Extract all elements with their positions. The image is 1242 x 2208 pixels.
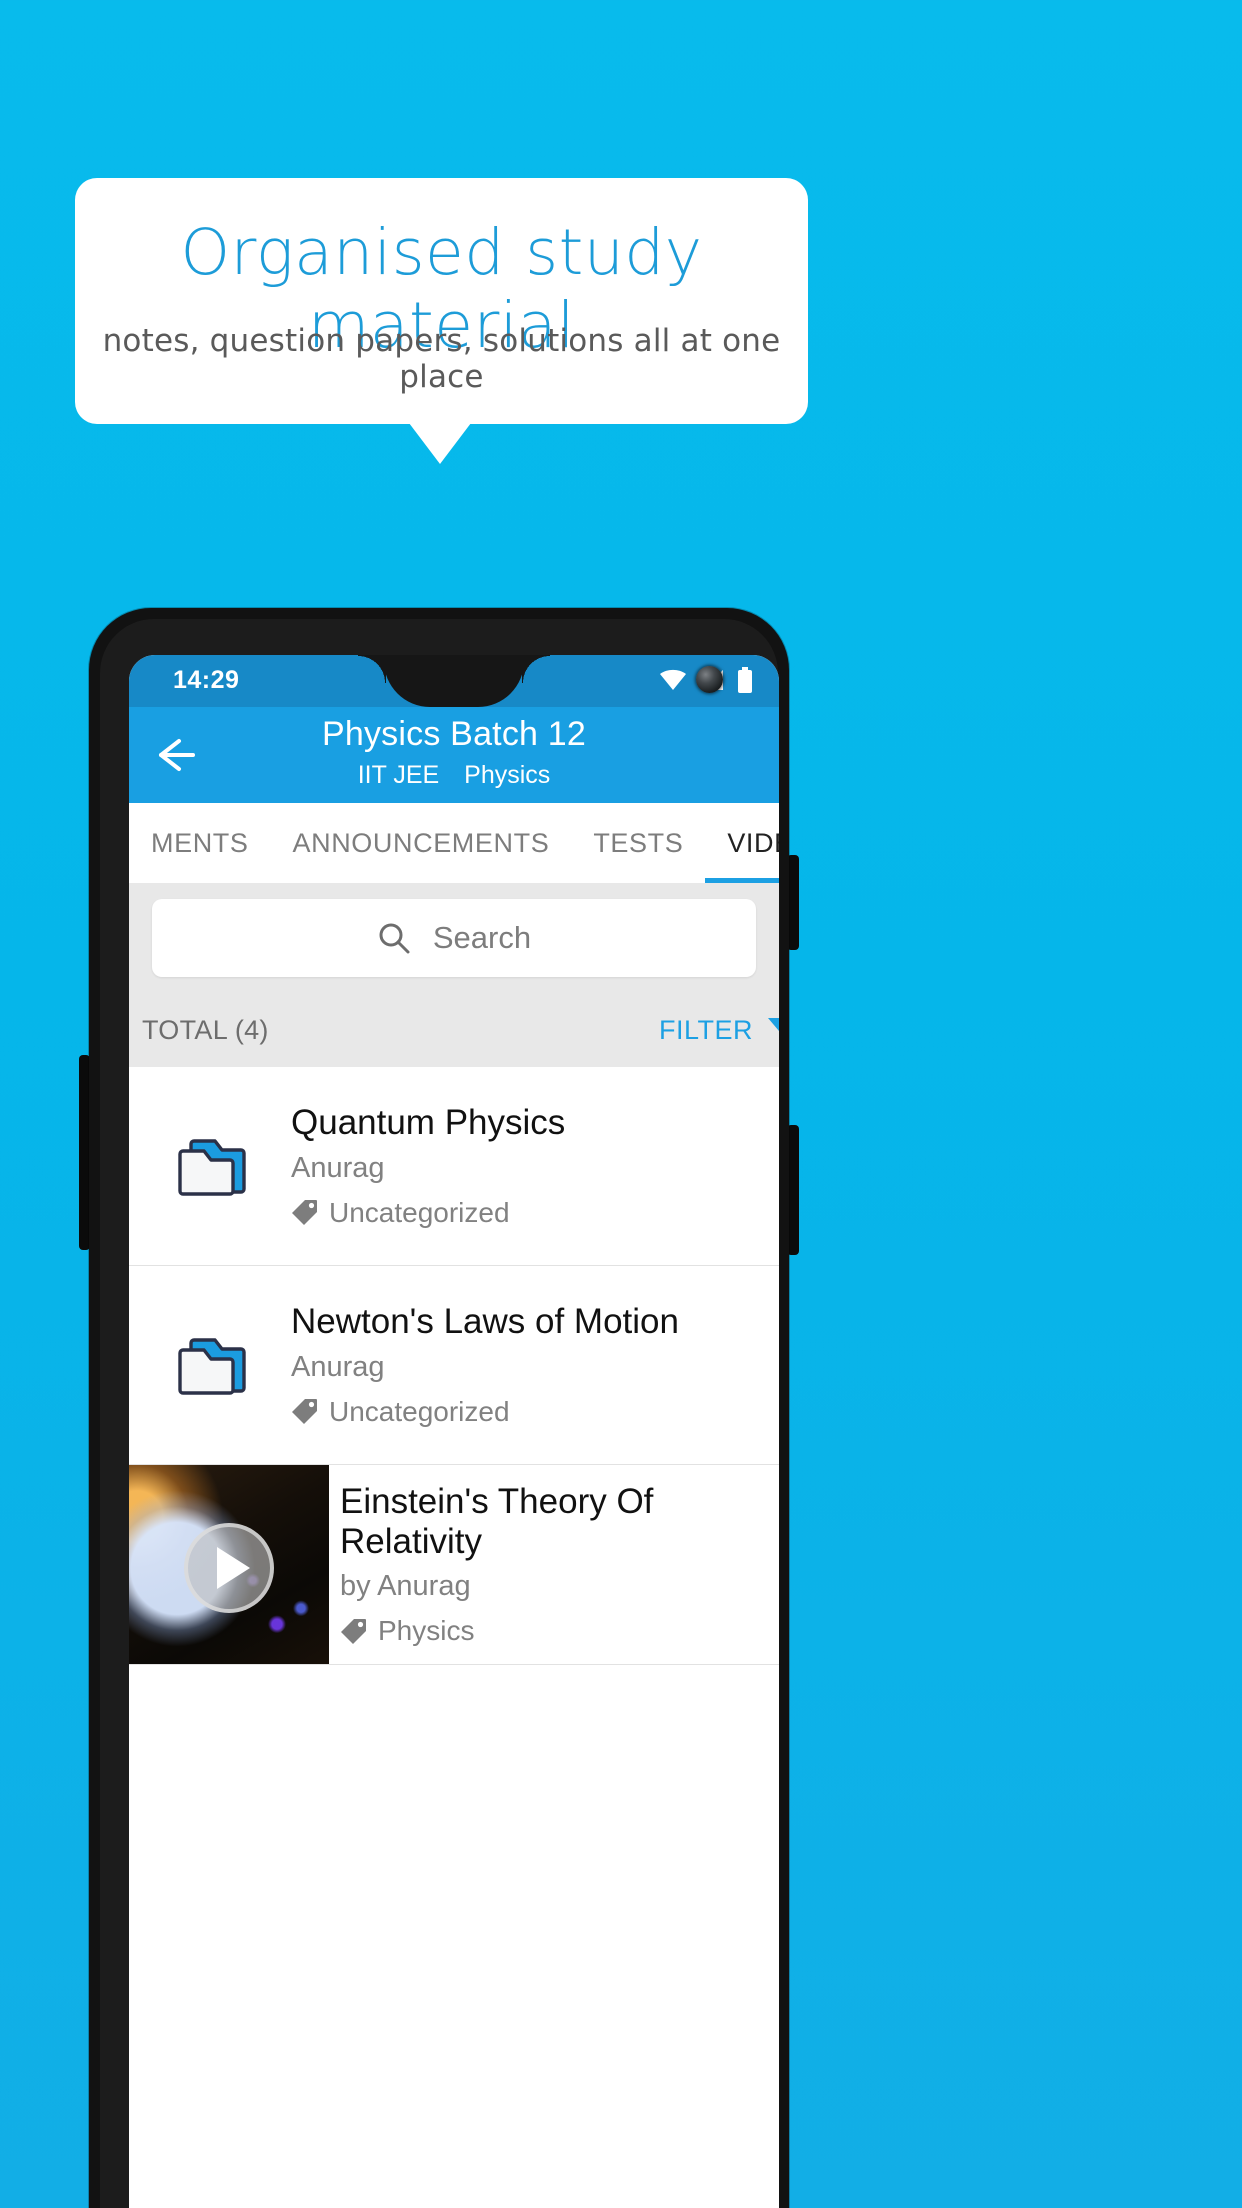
list-item-text: Einstein's Theory Of Relativity by Anura…	[329, 1465, 779, 1664]
tag-icon	[292, 1399, 317, 1425]
camera-icon	[696, 666, 723, 693]
folder-icon	[141, 1331, 287, 1399]
search-icon	[379, 923, 410, 954]
search-zone: Search	[129, 883, 779, 995]
list-item[interactable]: Einstein's Theory Of Relativity by Anura…	[129, 1465, 779, 1665]
list-item-title: Newton's Laws of Motion	[291, 1302, 679, 1342]
battery-icon	[738, 667, 752, 693]
phone-notch	[384, 655, 723, 707]
phone-screen: 14:29 Physics Batch 12 IIT JEE Physics M…	[129, 655, 779, 2208]
promo-card-tail	[409, 423, 471, 464]
list-item-tag: Physics	[378, 1615, 475, 1647]
list-item-author: Anurag	[291, 1151, 385, 1184]
list-item-tag-row: Physics	[340, 1615, 779, 1647]
phone-frame: 14:29 Physics Batch 12 IIT JEE Physics M…	[89, 608, 789, 2208]
list-item[interactable]: Quantum Physics Anurag Uncategorized	[129, 1067, 779, 1266]
status-time: 14:29	[173, 666, 240, 694]
list-item-author: Anurag	[291, 1350, 385, 1383]
tag-icon	[341, 1618, 366, 1644]
page-title: Physics Batch 12	[322, 715, 586, 753]
list-item-tag: Uncategorized	[329, 1196, 510, 1228]
content-list: Quantum Physics Anurag Uncategorized New…	[129, 1067, 779, 1665]
tab-announcements[interactable]: ANNOUNCEMENTS	[271, 803, 572, 883]
notch-right-curve	[522, 655, 550, 683]
tab-videos[interactable]: VIDEOS	[705, 803, 779, 883]
total-count: TOTAL (4)	[142, 1015, 269, 1045]
app-bar: Physics Batch 12 IIT JEE Physics	[129, 707, 779, 803]
breadcrumb: IIT JEE Physics	[129, 761, 779, 790]
promo-card: Organised study material notes, question…	[75, 178, 808, 424]
search-input[interactable]: Search	[152, 899, 756, 977]
list-header: TOTAL (4) FILTER	[129, 995, 779, 1067]
phone-bezel: 14:29 Physics Batch 12 IIT JEE Physics M…	[100, 619, 779, 2208]
filter-funnel-icon	[768, 1018, 779, 1039]
breadcrumb-subject: Physics	[464, 761, 551, 789]
list-item-text: Quantum Physics Anurag Uncategorized	[287, 1103, 779, 1228]
folder-icon	[141, 1132, 287, 1200]
notch-left-curve	[358, 655, 386, 683]
list-item-tag-row: Uncategorized	[291, 1197, 779, 1229]
list-item-text: Newton's Laws of Motion Anurag Uncategor…	[287, 1302, 779, 1427]
filter-button[interactable]: FILTER	[659, 1013, 779, 1047]
tag-icon	[292, 1200, 317, 1226]
tab-ments[interactable]: MENTS	[129, 803, 271, 883]
promo-subtitle: notes, question papers, solutions all at…	[102, 323, 781, 395]
wifi-icon	[660, 669, 686, 690]
tab-tests[interactable]: TESTS	[571, 803, 705, 883]
video-thumbnail[interactable]	[129, 1465, 329, 1664]
list-item-title: Einstein's Theory Of Relativity	[340, 1481, 654, 1561]
list-item-author: by Anurag	[340, 1570, 471, 1603]
play-icon[interactable]	[184, 1523, 274, 1614]
list-item-tag-row: Uncategorized	[291, 1396, 779, 1428]
list-item-tag: Uncategorized	[329, 1395, 510, 1427]
tab-bar: MENTS ANNOUNCEMENTS TESTS VIDEOS	[129, 803, 779, 883]
search-placeholder: Search	[432, 920, 532, 955]
breadcrumb-exam: IIT JEE	[357, 761, 440, 789]
filter-label: FILTER	[658, 1014, 753, 1045]
list-item[interactable]: Newton's Laws of Motion Anurag Uncategor…	[129, 1266, 779, 1465]
list-item-title: Quantum Physics	[291, 1103, 566, 1143]
